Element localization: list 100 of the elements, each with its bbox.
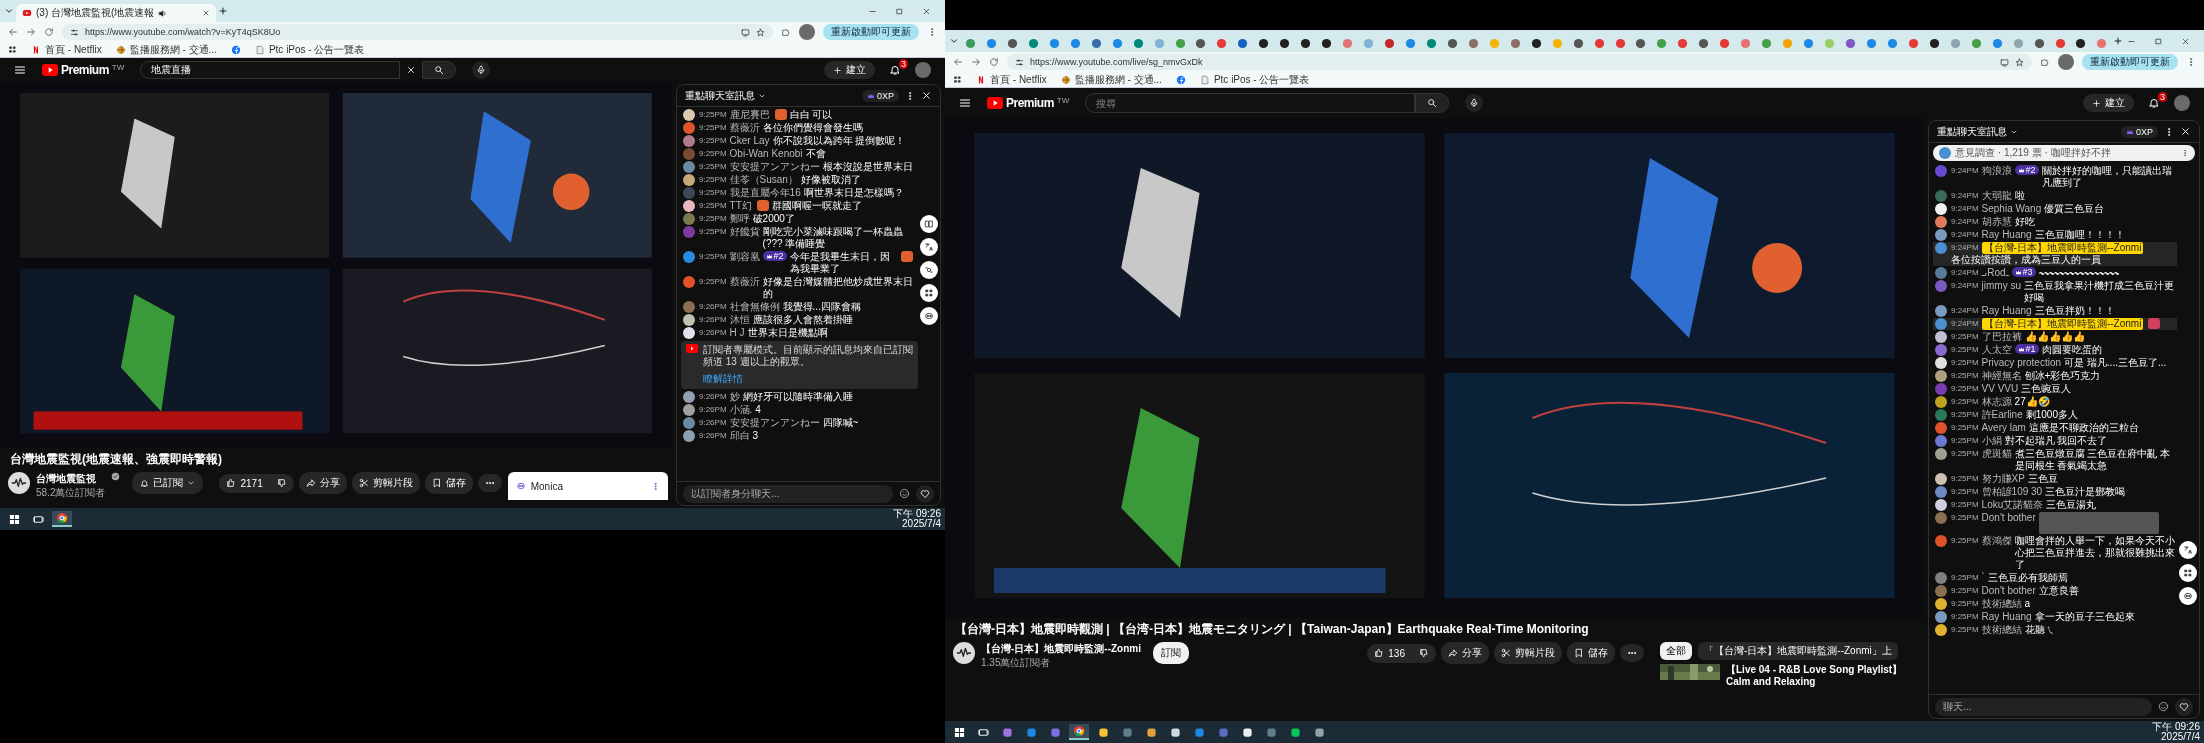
browser-tab[interactable]: (3) 台灣地震監視(地震速報: [16, 4, 216, 22]
profile-avatar[interactable]: [2058, 54, 2074, 70]
favicon-icon[interactable]: [1279, 37, 1291, 49]
maximize-icon[interactable]: [2154, 36, 2164, 46]
author-name[interactable]: 佳苓（Susan）: [729, 174, 798, 186]
author-name[interactable]: 鹿尼賽巴: [729, 109, 770, 121]
bookmark[interactable]: 監播服務網 - 交通...: [1060, 72, 1162, 87]
tool-button[interactable]: [920, 307, 938, 325]
author-name[interactable]: 邱白: [729, 430, 750, 442]
favicon-icon[interactable]: [1446, 37, 1458, 49]
menu-icon[interactable]: [14, 64, 26, 76]
author-name[interactable]: 好饞貨: [729, 226, 760, 238]
filter-chip[interactable]: 「【台灣-日本】地震即時監測--Zonmi」上: [1698, 642, 1898, 660]
author-name[interactable]: 人太空: [1981, 344, 2012, 356]
author-name[interactable]: 林志源: [1981, 396, 2012, 408]
chat-mode-dropdown[interactable]: 重點聊天室訊息: [685, 88, 766, 103]
chat-input[interactable]: 聊天...: [1935, 697, 2152, 716]
author-name[interactable]: 許Earline: [1981, 409, 2023, 421]
apps-icon[interactable]: [953, 75, 962, 84]
video-title[interactable]: 【Live 04 - R&B Love Song Playlist】Calm and Relaxing: [1726, 664, 1916, 688]
save-button[interactable]: 儲存: [1567, 642, 1615, 664]
author-name[interactable]: Ray Huang: [1981, 305, 2032, 317]
youtube-logo[interactable]: Premium TW: [42, 63, 125, 77]
youtube-logo[interactable]: Premium TW: [987, 96, 1070, 110]
author-name[interactable]: Ray Huang: [1981, 229, 2032, 241]
dropdown-icon[interactable]: [4, 6, 14, 16]
author-name[interactable]: Cker Lay: [729, 135, 770, 147]
author-name[interactable]: 虎斑貓: [1981, 448, 2012, 460]
emoji-icon[interactable]: [2158, 701, 2169, 712]
create-button[interactable]: 建立: [824, 61, 875, 79]
favicon-icon[interactable]: [1300, 37, 1312, 49]
reload-icon[interactable]: [989, 57, 999, 67]
favicon-icon[interactable]: [1195, 37, 1207, 49]
forward-icon[interactable]: [971, 57, 981, 67]
share-button[interactable]: 分享: [1441, 642, 1489, 664]
close-icon[interactable]: [921, 90, 932, 101]
maximize-icon[interactable]: [895, 6, 904, 16]
reload-icon[interactable]: [44, 27, 54, 37]
author-name[interactable]: ىـRodـ: [1981, 267, 2009, 279]
bookmark[interactable]: Ptc iPos - 公告一覽表: [1199, 72, 1310, 87]
extension-icon[interactable]: [2040, 57, 2050, 67]
chat-mode-dropdown[interactable]: 重點聊天室訊息: [1937, 124, 2018, 139]
author-name[interactable]: 社會無條例: [729, 301, 780, 313]
dropdown-icon[interactable]: [949, 36, 959, 46]
author-name[interactable]: jimmy su: [1981, 280, 2022, 292]
author-name[interactable]: 曾柏諺109 30: [1981, 486, 2043, 498]
author-name[interactable]: Obi-Wan Kenobi: [729, 148, 803, 160]
xp-button[interactable]: 0XP: [862, 89, 899, 102]
clip-button[interactable]: 剪輯片段: [351, 472, 420, 494]
address-bar[interactable]: https://www.youtube.com/live/sg_nmvGxDk: [1007, 54, 2032, 70]
chat-input[interactable]: 以訂閱者身分聊天...: [683, 484, 893, 503]
profile-avatar[interactable]: [799, 24, 815, 40]
extension-icon[interactable]: [781, 27, 791, 37]
tool-button[interactable]: [920, 261, 938, 279]
author-name[interactable]: Ray Huang: [1981, 611, 2032, 623]
search-field[interactable]: 搜尋: [1085, 93, 1416, 113]
channel-name[interactable]: 【台灣-日本】地震即時監測--Zonmi: [981, 642, 1141, 656]
filter-chip[interactable]: 全部: [1660, 642, 1692, 660]
facebook-icon[interactable]: [230, 44, 241, 55]
author-name[interactable]: 安安提アンアンねー: [729, 161, 820, 173]
author-name[interactable]: Don't bother: [1981, 512, 2036, 524]
author-name[interactable]: TT幻: [729, 200, 752, 212]
new-tab-icon[interactable]: [218, 6, 228, 16]
tool-button[interactable]: [2179, 541, 2197, 559]
new-tab-icon[interactable]: [2113, 36, 2124, 46]
address-bar[interactable]: https://www.youtube.com/watch?v=KyT4qSK8Uo: [62, 24, 773, 40]
menu-icon[interactable]: [959, 97, 971, 109]
save-button[interactable]: 儲存: [424, 472, 473, 494]
favicon-icon[interactable]: [1530, 37, 1542, 49]
author-name[interactable]: Avery lam: [1981, 422, 2026, 434]
channel-name[interactable]: 台灣地震監視: [36, 472, 106, 486]
author-name[interactable]: 努力賺XP: [1981, 473, 2025, 485]
site-settings-icon[interactable]: [1015, 57, 1024, 67]
author-name[interactable]: 狗浪浪: [1981, 165, 2012, 177]
xp-button[interactable]: 0XP: [2121, 125, 2158, 138]
taskbar-app[interactable]: [52, 511, 72, 527]
favicon-icon[interactable]: [2033, 37, 2045, 49]
author-name[interactable]: 蔡鴻傑: [1981, 535, 2012, 547]
more-button[interactable]: [1620, 644, 1644, 662]
author-name[interactable]: 技術總結: [1981, 598, 2022, 610]
back-icon[interactable]: [953, 57, 963, 67]
facebook-icon[interactable]: [1175, 74, 1186, 85]
author-name[interactable]: 了巴拉裤: [1981, 331, 2022, 343]
search-field[interactable]: 地震直播: [140, 61, 401, 79]
cast-icon[interactable]: [741, 27, 750, 37]
tool-button[interactable]: [2179, 564, 2197, 582]
bookmark[interactable]: Ptc iPos - 公告一覽表: [254, 42, 365, 57]
author-name[interactable]: Don't bother: [1981, 585, 2036, 597]
favicon-icon[interactable]: [1572, 37, 1584, 49]
author-name[interactable]: 【台灣-日本】地震即時監測--Zonmi: [1981, 318, 2144, 330]
search-button[interactable]: [1415, 93, 1450, 113]
channel-avatar[interactable]: [8, 472, 30, 494]
author-name[interactable]: Privacy protection: [1981, 357, 2062, 369]
site-settings-icon[interactable]: [70, 27, 79, 37]
speaker-icon[interactable]: [158, 8, 168, 18]
notifications-icon[interactable]: [889, 64, 901, 76]
bookmark-star-icon[interactable]: [756, 27, 765, 37]
update-button[interactable]: 重新啟動即可更新: [2082, 54, 2178, 70]
notifications-icon[interactable]: [2148, 97, 2160, 109]
more-button[interactable]: [477, 474, 502, 492]
